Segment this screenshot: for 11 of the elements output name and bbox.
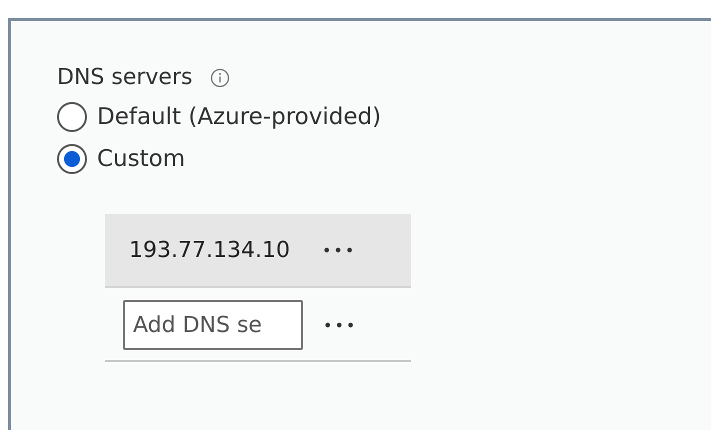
radio-label[interactable]: Custom [97, 146, 186, 172]
radio-button[interactable] [57, 102, 87, 132]
dns-server-address: 193.77.134.10 [129, 238, 290, 262]
radio-button[interactable] [57, 144, 87, 174]
dns-server-row[interactable]: 193.77.134.10 ••• [105, 214, 411, 288]
section-title: DNS servers [57, 65, 192, 90]
more-options-button[interactable]: ••• [322, 240, 356, 260]
radio-label[interactable]: Default (Azure-provided) [97, 104, 382, 130]
info-icon [210, 68, 230, 88]
more-options-button[interactable]: ••• [323, 316, 358, 334]
add-dns-server-field[interactable]: Add DNS se [123, 300, 303, 350]
